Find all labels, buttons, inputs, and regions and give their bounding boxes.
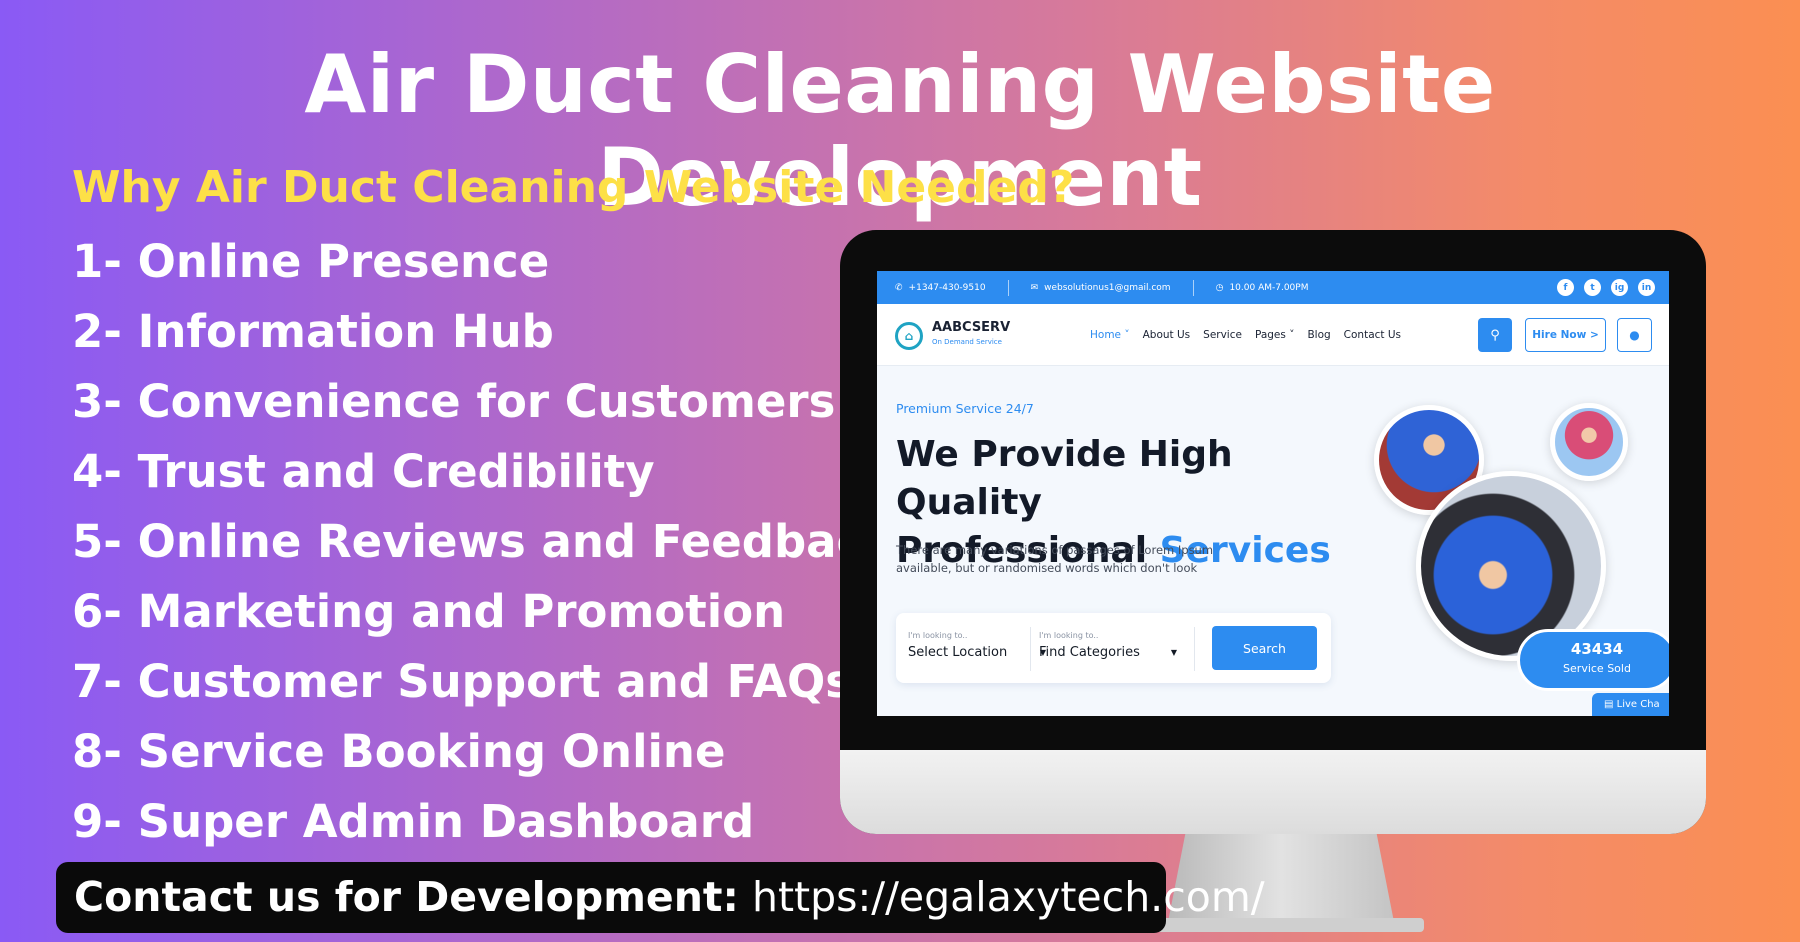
- brand[interactable]: AABCSERV On Demand Service: [932, 320, 1010, 346]
- instagram-icon[interactable]: ig: [1611, 279, 1628, 296]
- nav-about[interactable]: About Us: [1143, 329, 1191, 341]
- nav-home[interactable]: Home ˅: [1090, 329, 1130, 341]
- reason-item: 2- Information Hub: [72, 305, 554, 358]
- hours-text: 10.00 AM-7.00PM: [1229, 282, 1309, 293]
- cleaner-photo: [1550, 403, 1628, 481]
- nav-contact[interactable]: Contact Us: [1344, 329, 1401, 341]
- email-text: websolutionus1@gmail.com: [1044, 282, 1171, 293]
- divider: [1192, 279, 1194, 296]
- hero-search-button[interactable]: Search: [1212, 626, 1317, 670]
- stat-value: 43434: [1570, 640, 1624, 658]
- divider: [1007, 279, 1009, 296]
- category-select[interactable]: I'm looking to.. Find Categories ▼: [1039, 631, 1177, 660]
- reason-item: 9- Super Admin Dashboard: [72, 795, 755, 848]
- location-label: I'm looking to..: [908, 631, 968, 640]
- mail-icon: ✉: [1030, 282, 1039, 293]
- topbar-phone[interactable]: ✆ +1347-430-9510: [895, 283, 986, 293]
- live-chat-button[interactable]: ▤ Live Cha: [1592, 693, 1669, 716]
- divider: [1194, 627, 1195, 671]
- reason-item: 5- Online Reviews and Feedback: [72, 515, 894, 568]
- subtitle: Why Air Duct Cleaning Website Needed?: [72, 162, 1075, 213]
- monitor-chin: [840, 750, 1706, 834]
- topbar-email[interactable]: ✉ websolutionus1@gmail.com: [1031, 283, 1171, 293]
- reason-item: 4- Trust and Credibility: [72, 445, 655, 498]
- brand-name: AABCSERV: [932, 320, 1011, 335]
- reason-item: 1- Online Presence: [72, 235, 550, 288]
- website-screen: ✆ +1347-430-9510 ✉ websolutionus1@gmail.…: [877, 271, 1669, 716]
- logo-icon[interactable]: ⌂: [895, 322, 923, 350]
- chevron-down-icon: ˅: [1124, 329, 1130, 341]
- reason-item: 3- Convenience for Customers: [72, 375, 836, 428]
- facebook-icon[interactable]: f: [1557, 279, 1574, 296]
- nav-label: Home: [1090, 329, 1122, 341]
- clock-icon: ◷: [1215, 282, 1224, 293]
- hero-title-line1: We Provide High Quality: [896, 434, 1233, 523]
- monitor: ✆ +1347-430-9510 ✉ websolutionus1@gmail.…: [840, 230, 1706, 834]
- phone-text: +1347-430-9510: [908, 282, 986, 293]
- brand-tagline: On Demand Service: [932, 338, 1002, 346]
- user-button[interactable]: ●: [1617, 318, 1652, 352]
- divider: [1030, 627, 1031, 671]
- chat-icon: ▤: [1604, 699, 1614, 710]
- reason-item: 8- Service Booking Online: [72, 725, 726, 778]
- site-navbar: ⌂ AABCSERV On Demand Service Home ˅ Abou…: [877, 304, 1669, 366]
- contact-bar: Contact us for Development: https://egal…: [56, 862, 1265, 933]
- nav-label: Pages: [1254, 329, 1286, 341]
- twitter-icon[interactable]: t: [1584, 279, 1601, 296]
- nav-blog[interactable]: Blog: [1307, 329, 1330, 341]
- reasons-list: 1- Online Presence 2- Information Hub 3-…: [72, 232, 893, 862]
- search-box: I'm looking to.. Select Location ▼ I'm lo…: [896, 613, 1331, 683]
- phone-icon: ✆: [895, 282, 903, 293]
- reason-item: 7- Customer Support and FAQs: [72, 655, 853, 708]
- hero-description: There are many variations of passages of…: [896, 543, 1214, 575]
- contact-label: Contact us for Development:: [74, 873, 739, 921]
- linkedin-icon[interactable]: in: [1638, 279, 1655, 296]
- nav-pages[interactable]: Pages ˅: [1255, 329, 1294, 341]
- topbar-hours: ◷ 10.00 AM-7.00PM: [1216, 283, 1309, 293]
- live-chat-label: Live Cha: [1616, 699, 1660, 710]
- category-value: Find Categories: [1039, 645, 1140, 660]
- stat-badge: 43434 Service Sold: [1517, 629, 1669, 691]
- reason-item: 6- Marketing and Promotion: [72, 585, 786, 638]
- location-select[interactable]: I'm looking to.. Select Location ▼: [908, 631, 1046, 660]
- location-value: Select Location: [908, 645, 1008, 660]
- hire-now-button[interactable]: Hire Now >: [1525, 318, 1606, 352]
- category-label: I'm looking to..: [1039, 631, 1099, 640]
- nav-links: Home ˅ About Us Service Pages ˅ Blog Con…: [1090, 329, 1401, 341]
- search-icon: ⚲: [1490, 327, 1500, 343]
- stat-label: Service Sold: [1563, 662, 1631, 675]
- user-icon: ●: [1629, 328, 1640, 342]
- search-button[interactable]: ⚲: [1478, 318, 1512, 352]
- site-topbar: ✆ +1347-430-9510 ✉ websolutionus1@gmail.…: [877, 271, 1669, 304]
- chevron-down-icon: ˅: [1289, 329, 1295, 341]
- hero-kicker: Premium Service 24/7: [896, 401, 1034, 416]
- caret-down-icon: ▼: [1170, 648, 1177, 657]
- contact-url[interactable]: https://egalaxytech.com/: [752, 873, 1265, 921]
- nav-service[interactable]: Service: [1203, 329, 1242, 341]
- social-links: f t ig in: [1557, 279, 1655, 296]
